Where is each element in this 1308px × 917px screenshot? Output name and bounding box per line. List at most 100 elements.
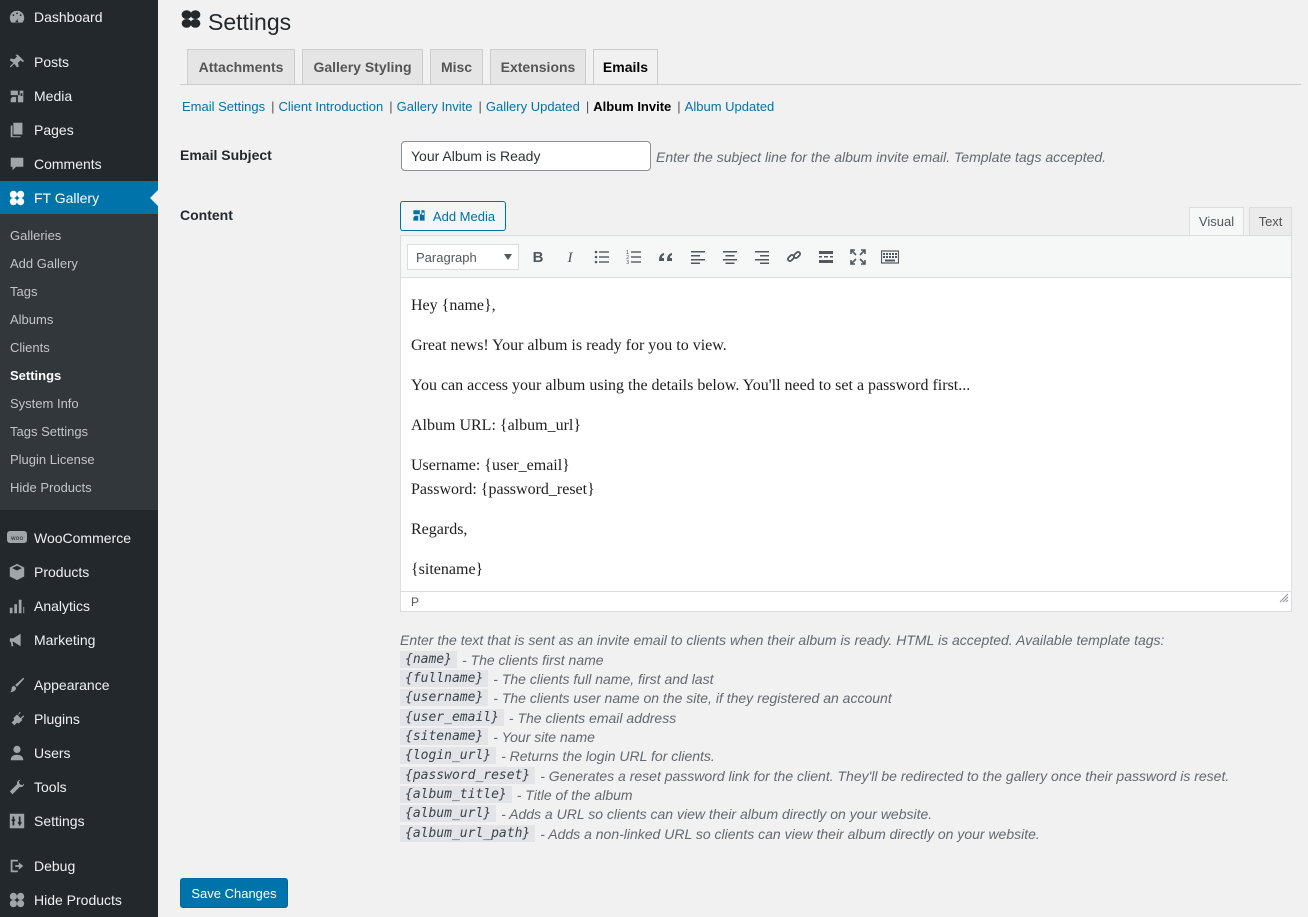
format-select[interactable]: Paragraph	[407, 244, 519, 270]
resize-handle-icon[interactable]	[1279, 589, 1289, 609]
media-icon	[411, 207, 427, 226]
italic-icon[interactable]: I	[559, 246, 581, 268]
submenu-albums[interactable]: Albums	[10, 306, 53, 334]
tab-extensions[interactable]: Extensions	[490, 49, 586, 85]
menu-debug[interactable]: Debug	[0, 849, 158, 883]
template-tag-desc: - The clients email address	[508, 709, 677, 726]
menu-comments[interactable]: Comments	[0, 147, 158, 181]
template-tag-desc: - Adds a non-linked URL so clients can v…	[540, 825, 1040, 842]
menu-dashboard[interactable]: Dashboard	[0, 0, 158, 34]
svg-text:woo: woo	[11, 535, 24, 542]
template-tag: {password_reset}	[400, 767, 536, 784]
menu-label: Posts	[34, 54, 70, 70]
submenu-plugin-license[interactable]: Plugin License	[10, 446, 95, 474]
email-subject-input[interactable]	[401, 141, 651, 171]
tab-attachments[interactable]: Attachments	[187, 49, 295, 85]
pin-icon	[0, 53, 34, 71]
element-path[interactable]: P	[411, 595, 419, 609]
bold-icon[interactable]: B	[527, 246, 549, 268]
menu-label: Pages	[34, 122, 74, 138]
read-more-icon[interactable]	[815, 246, 837, 268]
menu-tools[interactable]: Tools	[0, 770, 158, 804]
email-subnav: Email Settings | Client Introduction | G…	[182, 99, 774, 114]
tab-visual[interactable]: Visual	[1189, 207, 1244, 236]
sublink-gallery-updated[interactable]: Gallery Updated	[486, 99, 580, 114]
submenu-clients[interactable]: Clients	[10, 334, 50, 362]
svg-text:B: B	[533, 249, 544, 265]
menu-appearance[interactable]: Appearance	[0, 668, 158, 702]
megaphone-icon	[0, 631, 34, 649]
submenu-settings[interactable]: Settings	[10, 362, 61, 390]
menu-products[interactable]: Products	[0, 555, 158, 589]
menu-label: FT Gallery	[34, 190, 100, 206]
editor-paragraph: Album URL: {album_url}	[411, 417, 582, 434]
menu-media[interactable]: Media	[0, 79, 158, 113]
menu-plugins[interactable]: Plugins	[0, 702, 158, 736]
ft-gallery-submenu: Galleries Add Gallery Tags Albums Client…	[0, 214, 158, 510]
format-select-value: Paragraph	[416, 249, 477, 265]
template-tag: {album_url_path}	[400, 825, 536, 842]
template-tag-row: {album_url_path} - Adds a non-linked URL …	[400, 824, 1040, 843]
submenu-tags-settings[interactable]: Tags Settings	[10, 418, 88, 446]
editor-paragraph: Username: {user_email}	[411, 457, 570, 474]
numbered-list-icon[interactable]: 123	[623, 246, 645, 268]
template-tag-desc: - The clients full name, first and last	[493, 670, 714, 687]
content-label: Content	[180, 207, 233, 223]
gallery-icon	[0, 189, 34, 207]
menu-label: Comments	[34, 156, 102, 172]
submenu-add-gallery[interactable]: Add Gallery	[10, 250, 78, 278]
dashboard-icon	[0, 8, 34, 26]
email-subject-description: Enter the subject line for the album inv…	[656, 149, 1107, 165]
comment-icon	[0, 155, 34, 173]
template-tag-desc: - Title of the album	[516, 786, 633, 803]
add-media-button[interactable]: Add Media	[400, 201, 506, 231]
menu-marketing[interactable]: Marketing	[0, 623, 158, 657]
menu-ft-gallery[interactable]: FT Gallery	[0, 181, 158, 215]
template-tag-row: {album_title} - Title of the album	[400, 785, 633, 804]
menu-label: Users	[34, 745, 71, 761]
align-center-icon[interactable]	[719, 246, 741, 268]
menu-users[interactable]: Users	[0, 736, 158, 770]
brush-icon	[0, 676, 34, 694]
template-tag-row: {fullname} - The clients full name, first…	[400, 669, 713, 688]
menu-woocommerce[interactable]: woo WooCommerce	[0, 521, 158, 555]
submenu-hide-products[interactable]: Hide Products	[10, 474, 92, 502]
template-tag-desc: - Generates a reset password link for th…	[540, 767, 1230, 784]
menu-hide-products[interactable]: Hide Products	[0, 883, 158, 917]
menu-label: WooCommerce	[34, 530, 131, 546]
fullscreen-icon[interactable]	[847, 246, 869, 268]
tab-gallery-styling[interactable]: Gallery Styling	[302, 49, 423, 85]
logout-icon	[0, 857, 34, 875]
menu-posts[interactable]: Posts	[0, 45, 158, 79]
box-icon	[0, 563, 34, 581]
keyboard-icon[interactable]	[879, 246, 901, 268]
align-left-icon[interactable]	[687, 246, 709, 268]
sublink-client-introduction[interactable]: Client Introduction	[278, 99, 383, 114]
tab-text[interactable]: Text	[1249, 207, 1292, 236]
template-tag-row: {user_email} - The clients email address	[400, 708, 676, 727]
submenu-galleries[interactable]: Galleries	[10, 222, 61, 250]
tab-emails[interactable]: Emails	[593, 49, 658, 85]
link-icon[interactable]	[783, 246, 805, 268]
sublink-album-updated[interactable]: Album Updated	[685, 99, 775, 114]
menu-label: Debug	[34, 858, 76, 874]
tab-divider	[180, 84, 1301, 85]
template-tag: {login_url}	[400, 747, 497, 764]
submenu-system-info[interactable]: System Info	[10, 390, 79, 418]
page-title: Settings	[180, 8, 291, 36]
menu-pages[interactable]: Pages	[0, 113, 158, 147]
submenu-tags[interactable]: Tags	[10, 278, 37, 306]
menu-settings[interactable]: Settings	[0, 804, 158, 838]
sublink-email-settings[interactable]: Email Settings	[182, 99, 265, 114]
template-tag: {album_url}	[400, 805, 497, 822]
menu-analytics[interactable]: Analytics	[0, 589, 158, 623]
save-changes-button[interactable]: Save Changes	[180, 878, 288, 908]
help-intro: Enter the text that is sent as an invite…	[400, 632, 1165, 648]
bullet-list-icon[interactable]	[591, 246, 613, 268]
tab-misc[interactable]: Misc	[430, 49, 483, 85]
blockquote-icon[interactable]	[655, 246, 677, 268]
sublink-gallery-invite[interactable]: Gallery Invite	[397, 99, 473, 114]
menu-label: Appearance	[34, 677, 110, 693]
sublink-album-invite[interactable]: Album Invite	[593, 99, 671, 114]
align-right-icon[interactable]	[751, 246, 773, 268]
